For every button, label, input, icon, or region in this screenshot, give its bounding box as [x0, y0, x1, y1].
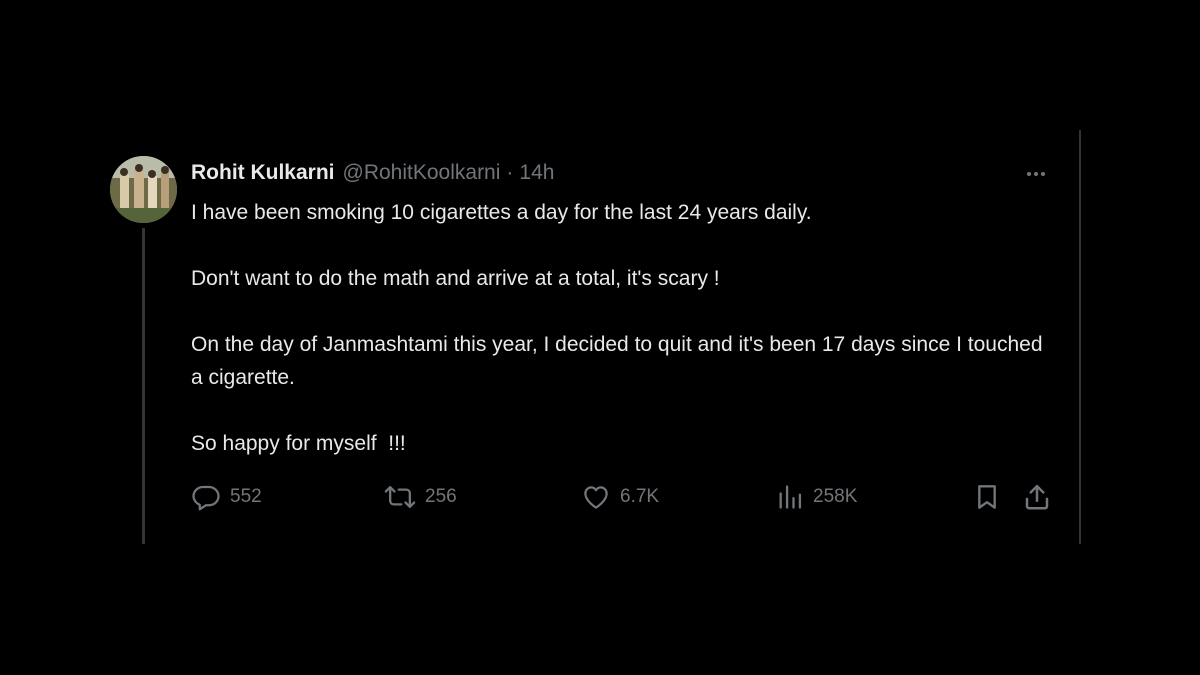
timestamp[interactable]: 14h	[519, 158, 554, 188]
views-button[interactable]: 258K	[776, 480, 857, 514]
tweet-header: Rohit Kulkarni @RohitKoolkarni · 14h	[191, 158, 554, 188]
share-icon	[1025, 484, 1049, 510]
reply-count: 552	[230, 486, 262, 507]
display-name[interactable]: Rohit Kulkarni	[191, 158, 335, 188]
tweet-paragraph: Don't want to do the math and arrive at …	[191, 267, 720, 290]
bookmark-button[interactable]	[974, 480, 1000, 514]
more-button[interactable]	[1018, 160, 1054, 188]
user-handle[interactable]: @RohitKoolkarni	[343, 158, 501, 188]
timeline-border	[1079, 130, 1081, 544]
more-icon	[1027, 172, 1045, 176]
tweet: Rohit Kulkarni @RohitKoolkarni · 14h I h…	[0, 0, 1200, 675]
views-icon	[779, 485, 802, 509]
repost-icon	[384, 485, 416, 509]
tweet-paragraph: On the day of Janmashtami this year, I d…	[191, 333, 1043, 389]
bookmark-icon	[978, 485, 996, 509]
like-count: 6.7K	[620, 486, 660, 507]
tweet-text: I have been smoking 10 cigarettes a day …	[191, 196, 1061, 460]
like-button[interactable]: 6.7K	[581, 480, 659, 514]
reply-icon	[192, 485, 220, 511]
repost-count: 256	[425, 486, 457, 507]
thread-line	[142, 228, 145, 544]
heart-icon	[584, 486, 608, 509]
reply-button[interactable]: 552	[191, 480, 262, 514]
share-button[interactable]	[1022, 480, 1052, 514]
tweet-paragraph: So happy for myself !!!	[191, 432, 406, 455]
view-count: 258K	[813, 486, 858, 507]
avatar[interactable]	[110, 156, 177, 223]
separator: ·	[506, 161, 514, 184]
tweet-paragraph: I have been smoking 10 cigarettes a day …	[191, 201, 812, 224]
repost-button[interactable]: 256	[384, 480, 457, 514]
avatar-image	[110, 156, 177, 223]
